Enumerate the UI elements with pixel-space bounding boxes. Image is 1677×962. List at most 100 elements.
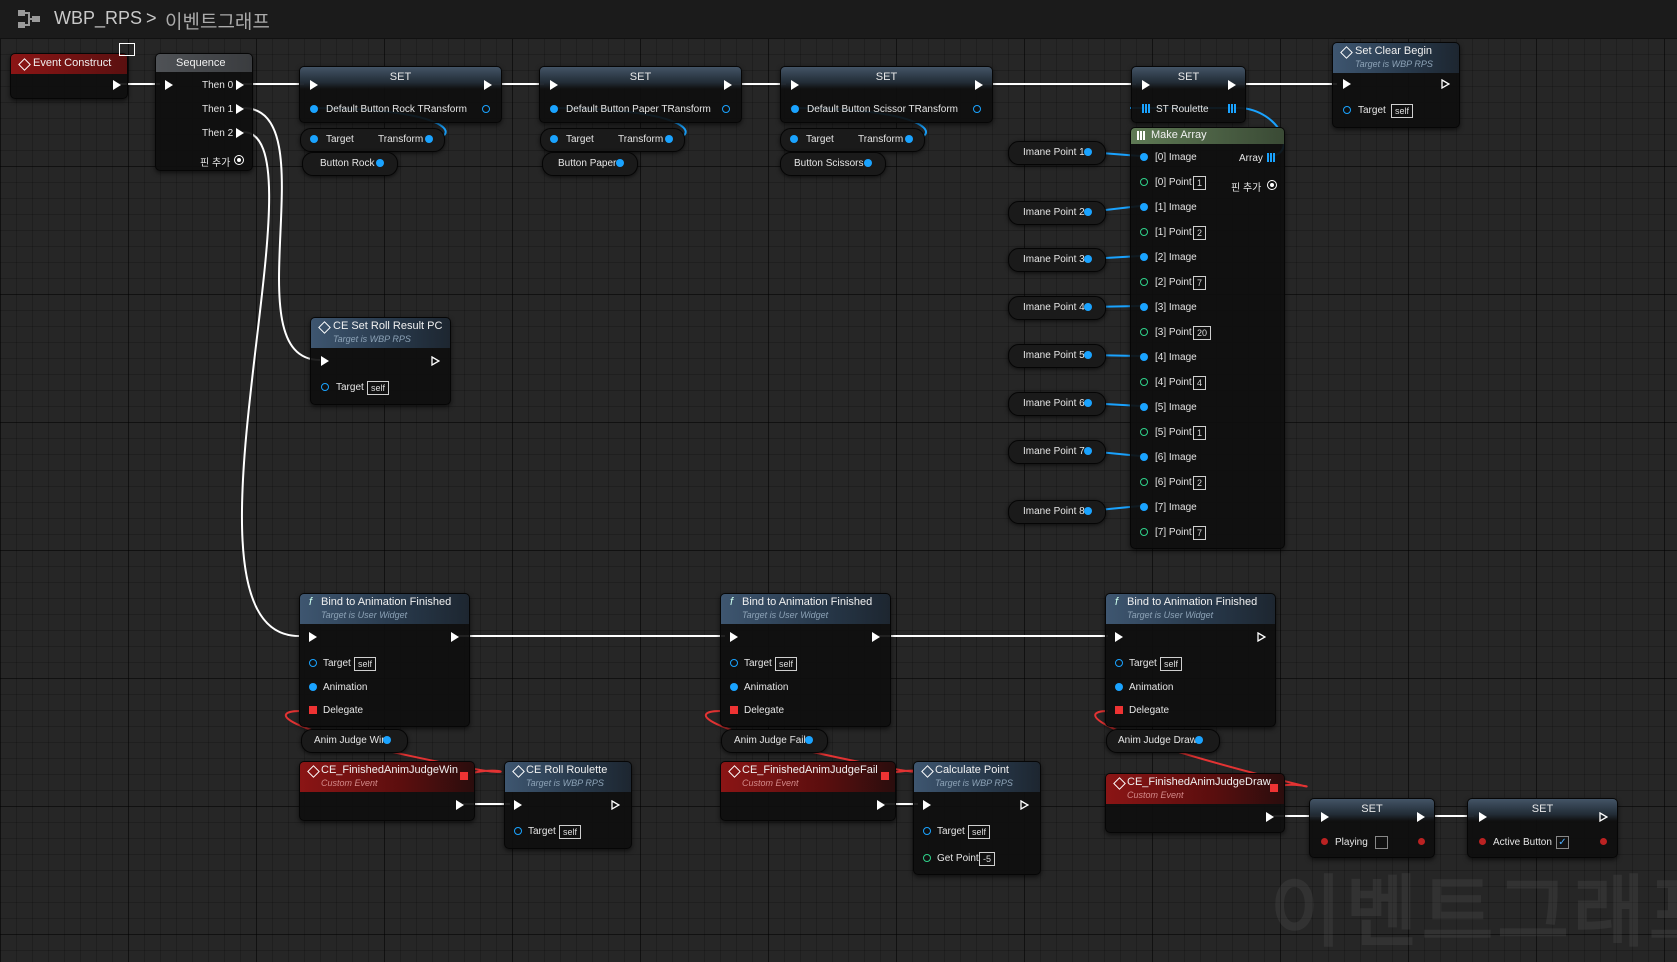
- get-point-pin[interactable]: [923, 854, 931, 862]
- variable-out-pin[interactable]: [1084, 303, 1092, 311]
- target-value-field[interactable]: self: [775, 657, 798, 671]
- add-pin-button[interactable]: 핀 추가: [200, 154, 230, 169]
- variable-out-pin[interactable]: [1195, 736, 1203, 744]
- point-4-pin[interactable]: [1140, 378, 1148, 386]
- exec-out-pin[interactable]: [1417, 812, 1425, 822]
- bool-in-pin[interactable]: [1479, 838, 1486, 845]
- array-out-pin[interactable]: [1228, 104, 1236, 113]
- then2-pin[interactable]: [236, 128, 244, 138]
- variable-out-pin[interactable]: [383, 736, 391, 744]
- exec-in-pin[interactable]: [730, 632, 738, 642]
- add-pin-button[interactable]: 핀 추가: [1231, 179, 1261, 194]
- set-paper-transform-node[interactable]: SET Default Button Paper TRansform: [539, 66, 742, 123]
- array-in-pin[interactable]: [1142, 104, 1150, 113]
- image-6-pin[interactable]: [1140, 453, 1148, 461]
- set-st-roulette-node[interactable]: SET ST Roulette: [1131, 66, 1246, 123]
- get-transform-node[interactable]: [540, 128, 685, 152]
- bool-out-pin[interactable]: [1600, 838, 1607, 845]
- bind-animation-finished-fail-node[interactable]: f Bind to Animation Finished Target is U…: [720, 593, 891, 727]
- target-value-field[interactable]: self: [559, 825, 582, 839]
- exec-out-pin[interactable]: [1599, 812, 1608, 822]
- point-5-pin[interactable]: [1140, 428, 1148, 436]
- transform-out-pin[interactable]: [482, 105, 490, 113]
- target-pin[interactable]: [730, 659, 738, 667]
- animation-pin[interactable]: [730, 683, 738, 691]
- bind-animation-finished-win-node[interactable]: f Bind to Animation Finished Target is U…: [299, 593, 470, 727]
- target-pin[interactable]: [309, 659, 317, 667]
- exec-in-pin[interactable]: [550, 80, 558, 90]
- add-pin-icon[interactable]: [1267, 180, 1277, 190]
- make-array-node[interactable]: Make Array Array 핀 추가 [0] Image [0] Poin…: [1130, 127, 1285, 549]
- playing-checkbox[interactable]: [1375, 836, 1388, 849]
- transform-out-pin[interactable]: [425, 135, 433, 143]
- exec-in-pin[interactable]: [514, 800, 522, 810]
- add-pin-icon[interactable]: [234, 155, 244, 165]
- delegate-pin[interactable]: [730, 706, 738, 714]
- variable-out-pin[interactable]: [1084, 208, 1092, 216]
- variable-out-pin[interactable]: [376, 159, 384, 167]
- animation-pin[interactable]: [1115, 683, 1123, 691]
- point-7-pin[interactable]: [1140, 528, 1148, 536]
- image-3-pin[interactable]: [1140, 303, 1148, 311]
- point-7-value-field[interactable]: 7: [1193, 526, 1207, 540]
- exec-in-pin[interactable]: [1142, 80, 1150, 90]
- get-transform-node[interactable]: [300, 128, 445, 152]
- bind-animation-finished-draw-node[interactable]: f Bind to Animation Finished Target is U…: [1105, 593, 1276, 727]
- point-4-value-field[interactable]: 4: [1193, 376, 1207, 390]
- exec-in-pin[interactable]: [1321, 812, 1329, 822]
- variable-out-pin[interactable]: [616, 159, 624, 167]
- point-3-value-field[interactable]: 20: [1193, 326, 1212, 340]
- point-0-value-field[interactable]: 1: [1193, 176, 1207, 190]
- point-2-value-field[interactable]: 7: [1193, 276, 1207, 290]
- target-in-pin[interactable]: [550, 135, 558, 143]
- transform-in-pin[interactable]: [550, 105, 558, 113]
- target-value-field[interactable]: self: [367, 381, 390, 395]
- exec-out-pin[interactable]: [1020, 800, 1029, 810]
- calculate-point-node[interactable]: Calculate Point Target is WBP RPS Target…: [913, 761, 1041, 875]
- image-5-pin[interactable]: [1140, 403, 1148, 411]
- delegate-pin[interactable]: [1115, 706, 1123, 714]
- delegate-out-pin[interactable]: [460, 772, 468, 780]
- event-construct-node[interactable]: Event Construct: [10, 43, 135, 99]
- transform-in-pin[interactable]: [310, 105, 318, 113]
- active-button-checkbox[interactable]: ✓: [1556, 836, 1569, 849]
- target-value-field[interactable]: self: [354, 657, 377, 671]
- exec-out-pin[interactable]: [451, 632, 459, 642]
- exec-in-pin[interactable]: [165, 80, 173, 90]
- image-0-pin[interactable]: [1140, 153, 1148, 161]
- exec-in-pin[interactable]: [1115, 632, 1123, 642]
- ce-finished-anim-judge-win-event[interactable]: CE_FinishedAnimJudgeWin Custom Event: [299, 761, 475, 821]
- sequence-node[interactable]: Sequence Then 0 Then 1 Then 2 핀 추가: [155, 53, 253, 171]
- point-3-pin[interactable]: [1140, 328, 1148, 336]
- exec-out-pin[interactable]: [456, 800, 464, 810]
- set-playing-node[interactable]: SET Playing: [1309, 798, 1435, 858]
- exec-out-pin[interactable]: [872, 632, 880, 642]
- exec-out-pin[interactable]: [975, 80, 983, 90]
- variable-out-pin[interactable]: [1084, 507, 1092, 515]
- variable-out-pin[interactable]: [1084, 399, 1092, 407]
- target-pin[interactable]: [321, 383, 329, 391]
- target-value-field[interactable]: self: [968, 825, 991, 839]
- ce-finished-anim-judge-fail-event[interactable]: CE_FinishedAnimJudgeFail Custom Event: [720, 761, 896, 821]
- target-in-pin[interactable]: [310, 135, 318, 143]
- set-active-button-node[interactable]: SET Active Button ✓: [1467, 798, 1618, 858]
- exec-out-pin[interactable]: [1266, 812, 1274, 822]
- transform-in-pin[interactable]: [791, 105, 799, 113]
- exec-out-pin[interactable]: [611, 800, 620, 810]
- exec-in-pin[interactable]: [1343, 79, 1351, 89]
- variable-out-pin[interactable]: [1084, 255, 1092, 263]
- then1-pin[interactable]: [236, 104, 244, 114]
- exec-in-pin[interactable]: [309, 632, 317, 642]
- point-5-value-field[interactable]: 1: [1193, 426, 1207, 440]
- transform-out-pin[interactable]: [905, 135, 913, 143]
- exec-out-pin[interactable]: [1257, 632, 1266, 642]
- exec-out-pin[interactable]: [431, 356, 440, 366]
- ce-roll-roulette-node[interactable]: CE Roll Roulette Target is WBP RPS Targe…: [504, 761, 632, 849]
- ce-set-roll-result-pc-node[interactable]: CE Set Roll Result PC Target is WBP RPS …: [310, 317, 451, 405]
- image-4-pin[interactable]: [1140, 353, 1148, 361]
- point-1-value-field[interactable]: 2: [1193, 226, 1207, 240]
- set-scissor-transform-node[interactable]: SET Default Button Scissor TRansform: [780, 66, 993, 123]
- point-6-pin[interactable]: [1140, 478, 1148, 486]
- exec-out-pin[interactable]: [877, 800, 885, 810]
- delegate-out-pin[interactable]: [1270, 784, 1278, 792]
